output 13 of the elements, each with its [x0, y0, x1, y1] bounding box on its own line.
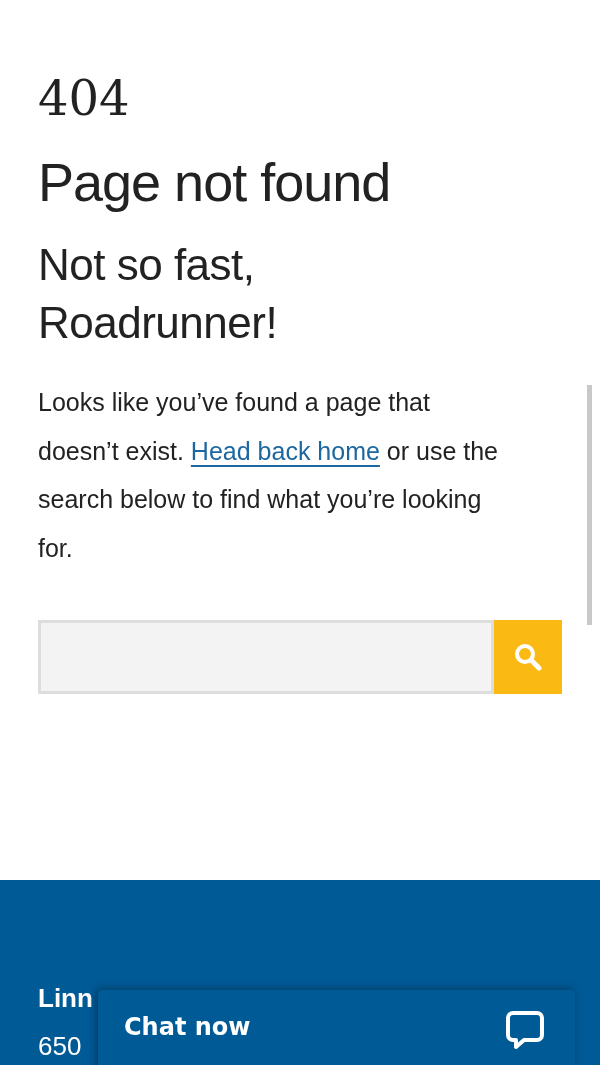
message-text: Looks like you’ve found a page that doesn’t exist. Head back home or use the search below to find what you’re looking for. [38, 387, 499, 564]
home-link[interactable]: Head back home [190, 436, 380, 465]
chat-button[interactable]: Chat now [98, 990, 575, 1065]
search-field[interactable] [38, 620, 494, 694]
search-button[interactable] [494, 620, 562, 694]
scrollbar[interactable] [587, 385, 592, 625]
chat-bubble-icon [505, 1010, 545, 1050]
search-icon [514, 643, 542, 671]
error-code: 404 [38, 69, 131, 128]
address-text: 650 [38, 1030, 82, 1063]
page-title: Page not found [38, 151, 392, 214]
college-name: Linn [38, 982, 93, 1015]
page-subtitle: Not so fast, Roadrunner! [38, 239, 279, 349]
